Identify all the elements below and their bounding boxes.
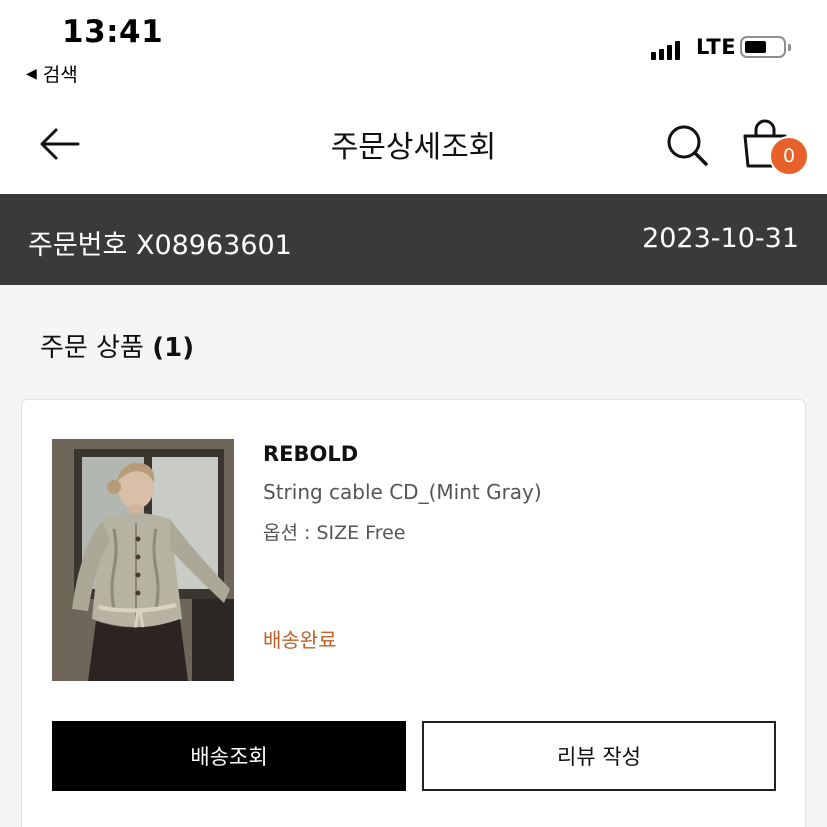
back-app-label: 검색 (42, 64, 78, 86)
order-item-card: REBOLD String cable CD_(Mint Gray) 옵션 : … (21, 399, 806, 827)
search-icon[interactable] (664, 122, 710, 168)
app-header: 주문상세조회 (0, 100, 827, 194)
product-image[interactable] (52, 439, 234, 681)
order-number: 주문번호 X08963601 (28, 230, 292, 261)
write-review-button[interactable]: 리뷰 작성 (422, 721, 776, 791)
status-time: 13:41 (62, 14, 164, 50)
product-name[interactable]: String cable CD_(Mint Gray) (263, 480, 542, 504)
back-triangle-icon: ◀ (26, 65, 37, 82)
track-delivery-button[interactable]: 배송조회 (52, 721, 406, 791)
delivery-status: 배송완료 (263, 628, 337, 652)
signal-icon (651, 38, 680, 60)
product-brand[interactable]: REBOLD (263, 442, 358, 466)
cart-count-badge[interactable]: 0 (769, 136, 809, 176)
back-to-app-link[interactable]: ◀ 검색 (26, 60, 78, 87)
section-title-count: (1) (152, 333, 195, 363)
section-title-label: 주문 상품 (40, 333, 144, 363)
order-content: 주문 상품 (1) REBOLD String cable CD_(Mint G… (0, 285, 827, 827)
order-date: 2023-10-31 (642, 223, 799, 254)
status-bar: 13:41 ◀ 검색 LTE (0, 0, 827, 100)
product-option: 옵션 : SIZE Free (263, 522, 406, 544)
network-type: LTE (696, 35, 737, 59)
battery-icon (740, 36, 791, 58)
section-title: 주문 상품 (1) (40, 327, 194, 364)
order-info-bar: 주문번호 X08963601 2023-10-31 (0, 194, 827, 285)
